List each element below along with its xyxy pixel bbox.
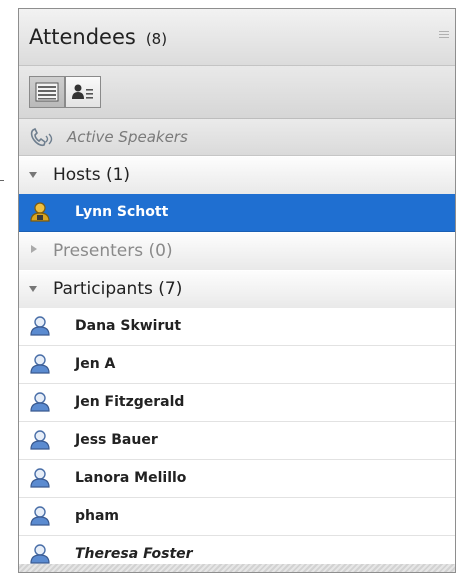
panel-pointer-mark xyxy=(0,180,4,181)
attendee-row[interactable]: pham xyxy=(19,498,455,536)
list-view-icon xyxy=(35,82,59,102)
attendee-name: Lynn Schott xyxy=(75,204,169,220)
expand-triangle-icon xyxy=(29,172,37,178)
collapsed-triangle-icon xyxy=(31,245,37,253)
participant-user-icon xyxy=(30,316,50,336)
participant-user-icon xyxy=(30,506,50,526)
group-participants-header[interactable]: Participants (7) xyxy=(19,270,455,309)
attendee-row[interactable]: Jen Fitzgerald xyxy=(19,384,455,422)
group-hosts-header[interactable]: Hosts (1) xyxy=(19,156,455,195)
attendee-name: Lanora Melillo xyxy=(75,470,187,486)
attendee-row[interactable]: Dana Skwirut xyxy=(19,308,455,346)
phone-speaker-icon xyxy=(30,127,53,147)
attendees-pod: Attendees (8) Active Speakers Hosts (1) … xyxy=(18,8,456,573)
pod-resize-footer xyxy=(19,564,455,572)
pod-title: Attendees (8) xyxy=(29,25,167,49)
pod-options-menu-icon[interactable] xyxy=(439,31,449,41)
participant-user-icon xyxy=(30,468,50,488)
active-speakers-bar: Active Speakers xyxy=(19,119,455,156)
attendee-name: Jess Bauer xyxy=(75,432,158,448)
attendee-name: Jen A xyxy=(75,356,116,372)
group-presenters-label: Presenters (0) xyxy=(53,241,173,261)
list-view-button[interactable] xyxy=(29,76,65,108)
group-hosts-label: Hosts (1) xyxy=(53,165,131,185)
attendee-row-host[interactable]: Lynn Schott xyxy=(19,194,455,232)
pod-title-bar: Attendees (8) xyxy=(19,9,455,66)
attendee-name: pham xyxy=(75,508,120,524)
group-presenters-header[interactable]: Presenters (0) xyxy=(19,232,455,271)
expand-triangle-icon xyxy=(29,286,37,292)
attendee-count: (8) xyxy=(145,30,168,48)
attendee-row[interactable]: Lanora Melillo xyxy=(19,460,455,498)
pod-title-text: Attendees xyxy=(29,25,136,49)
attendee-row[interactable]: Jen A xyxy=(19,346,455,384)
attendee-detail-view-button[interactable] xyxy=(65,76,101,108)
active-speakers-label: Active Speakers xyxy=(67,128,188,146)
participant-user-icon xyxy=(30,430,50,450)
attendee-name: Jen Fitzgerald xyxy=(75,394,185,410)
attendee-row[interactable]: Jess Bauer xyxy=(19,422,455,460)
participant-user-icon xyxy=(30,354,50,374)
attendee-detail-view-icon xyxy=(72,84,93,99)
group-participants-label: Participants (7) xyxy=(53,279,183,299)
attendee-name: Theresa Foster xyxy=(75,546,193,562)
participant-user-icon xyxy=(30,392,50,412)
host-user-icon xyxy=(30,202,50,222)
pod-toolbar xyxy=(19,66,455,119)
attendee-name: Dana Skwirut xyxy=(75,318,182,334)
participant-user-icon xyxy=(30,544,50,564)
